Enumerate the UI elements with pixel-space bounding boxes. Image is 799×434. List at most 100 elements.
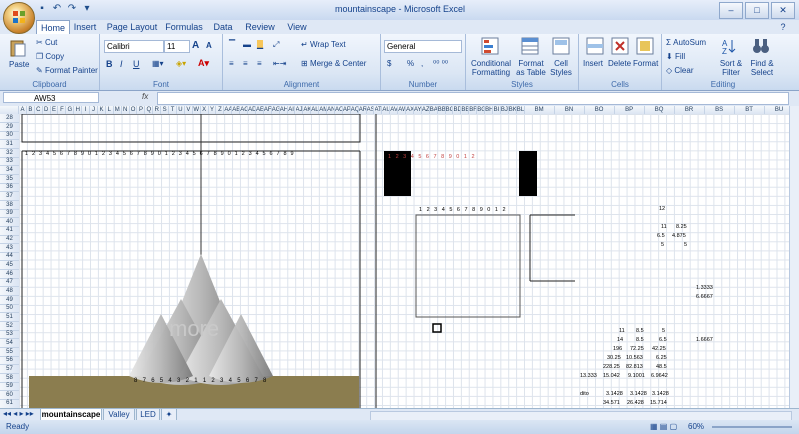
sort-filter-button[interactable]: Sort & Filter xyxy=(716,59,746,77)
column-header[interactable]: BO xyxy=(585,106,615,114)
column-header[interactable]: AN xyxy=(327,106,335,114)
tab-data[interactable]: Data xyxy=(210,20,236,34)
column-header[interactable]: AO xyxy=(335,106,343,114)
column-header[interactable]: AT xyxy=(375,106,383,114)
underline-button[interactable]: U xyxy=(133,59,140,69)
column-header[interactable]: AC xyxy=(240,106,249,114)
column-header[interactable]: C xyxy=(35,106,43,114)
formula-input[interactable] xyxy=(157,92,789,105)
column-header[interactable]: AG xyxy=(272,106,280,114)
sheet-nav-icon[interactable]: ◂◂ ◂ ▸ ▸▸ xyxy=(3,409,34,418)
column-header[interactable]: AR xyxy=(359,106,367,114)
zoom-level[interactable]: 60% xyxy=(688,422,704,431)
tab-review[interactable]: Review xyxy=(242,20,278,34)
column-header[interactable]: BE xyxy=(461,106,470,114)
column-header[interactable]: AM xyxy=(319,106,328,114)
worksheet-grid[interactable]: A B C D E F G H I J K L M N O P Q R S T U V W X Y Z AA AB AC AD AE AF AG… xyxy=(0,106,789,408)
cut-button[interactable]: ✂ Cut xyxy=(36,38,57,47)
font-name-select[interactable]: Calibri xyxy=(104,40,164,53)
insert-button[interactable]: Insert xyxy=(583,59,603,68)
number-format-select[interactable]: General xyxy=(384,40,462,53)
align-center-icon[interactable]: ≡ xyxy=(243,59,248,68)
column-header[interactable]: AL xyxy=(311,106,320,114)
minimize-button[interactable]: – xyxy=(719,2,743,19)
align-right-icon[interactable]: ≡ xyxy=(257,59,262,68)
office-button[interactable] xyxy=(3,2,35,34)
column-header[interactable]: A xyxy=(19,106,27,114)
row-header[interactable]: 61 xyxy=(0,399,19,408)
tab-page-layout[interactable]: Page Layout xyxy=(106,20,158,34)
column-header[interactable]: F xyxy=(59,106,67,114)
column-header[interactable]: AA xyxy=(224,106,233,114)
format-table-button[interactable]: Format as Table xyxy=(514,59,548,77)
redo-icon[interactable]: ↷ xyxy=(66,3,78,15)
grow-font-button[interactable]: A xyxy=(192,40,199,51)
name-box[interactable]: AW53 xyxy=(3,92,99,103)
column-header[interactable]: BP xyxy=(615,106,645,114)
fill-button[interactable]: ⬇ Fill xyxy=(666,52,685,61)
tab-insert[interactable]: Insert xyxy=(70,20,100,34)
borders-icon[interactable]: ▦▾ xyxy=(152,59,164,68)
column-header[interactable]: AH xyxy=(280,106,288,114)
merge-center-button[interactable]: ⊞ Merge & Center xyxy=(301,59,366,68)
align-left-icon[interactable]: ≡ xyxy=(229,59,234,68)
paste-button[interactable]: Paste xyxy=(9,60,29,69)
bold-button[interactable]: B xyxy=(106,59,113,69)
column-header[interactable]: R xyxy=(153,106,162,114)
column-header[interactable]: U xyxy=(177,106,185,114)
column-header[interactable]: AF xyxy=(264,106,272,114)
column-header[interactable]: N xyxy=(122,106,130,114)
currency-button[interactable]: $ xyxy=(387,59,391,68)
column-header[interactable]: Y xyxy=(209,106,217,114)
column-header[interactable]: H xyxy=(74,106,83,114)
column-header[interactable]: D xyxy=(43,106,51,114)
help-icon[interactable]: ? xyxy=(774,20,792,34)
column-header[interactable]: G xyxy=(66,106,75,114)
column-header[interactable]: BN xyxy=(555,106,585,114)
column-header[interactable]: BR xyxy=(675,106,705,114)
percent-button[interactable]: % xyxy=(407,59,414,68)
column-header[interactable]: E xyxy=(51,106,59,114)
column-header[interactable]: B xyxy=(27,106,35,114)
column-header[interactable]: O xyxy=(130,106,138,114)
save-icon[interactable]: ▪ xyxy=(36,3,48,15)
column-header[interactable]: M xyxy=(114,106,122,114)
font-size-select[interactable]: 11 xyxy=(164,40,190,53)
column-header[interactable]: AX xyxy=(406,106,414,114)
column-header[interactable]: X xyxy=(201,106,209,114)
format-painter-button[interactable]: ✎ Format Painter xyxy=(36,66,98,75)
column-header[interactable]: AP xyxy=(343,106,351,114)
insert-function-button[interactable]: fx xyxy=(142,92,152,101)
column-header[interactable]: AS xyxy=(367,106,375,114)
column-header[interactable]: T xyxy=(169,106,177,114)
format-button[interactable]: Format xyxy=(633,59,658,68)
column-header[interactable]: AJ xyxy=(296,106,304,114)
column-header[interactable]: AZ xyxy=(422,106,430,114)
copy-button[interactable]: ❐ Copy xyxy=(36,52,64,61)
tab-formulas[interactable]: Formulas xyxy=(164,20,204,34)
close-button[interactable]: ✕ xyxy=(771,2,795,19)
column-header[interactable]: AV xyxy=(390,106,399,114)
column-header[interactable]: BG xyxy=(477,106,486,114)
column-header[interactable]: Z xyxy=(217,106,225,114)
column-header[interactable]: BL xyxy=(517,106,525,114)
cell-area[interactable]: 1 2 3 4 5 6 7 8 9 0 1 2 3 4 5 6 7 8 9 0 … xyxy=(19,114,789,408)
column-header[interactable]: BT xyxy=(735,106,765,114)
autosum-button[interactable]: Σ AutoSum xyxy=(666,38,706,47)
view-buttons-icon[interactable]: ▦ ▤ ▢ xyxy=(650,422,677,431)
cell-styles-button[interactable]: Cell Styles xyxy=(548,59,574,77)
wrap-text-button[interactable]: ↵ Wrap Text xyxy=(301,40,346,49)
column-header[interactable]: BB xyxy=(438,106,446,114)
vertical-scrollbar[interactable] xyxy=(789,106,799,408)
column-header[interactable]: BF xyxy=(469,106,478,114)
column-header[interactable]: P xyxy=(138,106,146,114)
undo-icon[interactable]: ↶ xyxy=(51,3,63,15)
indent-icon[interactable]: ⇤⇥ xyxy=(273,59,286,68)
italic-button[interactable]: I xyxy=(120,59,123,69)
decimal-icon[interactable]: ⁰⁰ ⁰⁰ xyxy=(433,59,448,68)
clear-button[interactable]: ◇ Clear xyxy=(666,66,694,75)
customize-qat-icon[interactable]: ▾ xyxy=(81,3,93,15)
column-header[interactable]: V xyxy=(185,106,193,114)
column-header[interactable]: AW xyxy=(398,106,407,114)
column-header[interactable]: BU xyxy=(765,106,789,114)
